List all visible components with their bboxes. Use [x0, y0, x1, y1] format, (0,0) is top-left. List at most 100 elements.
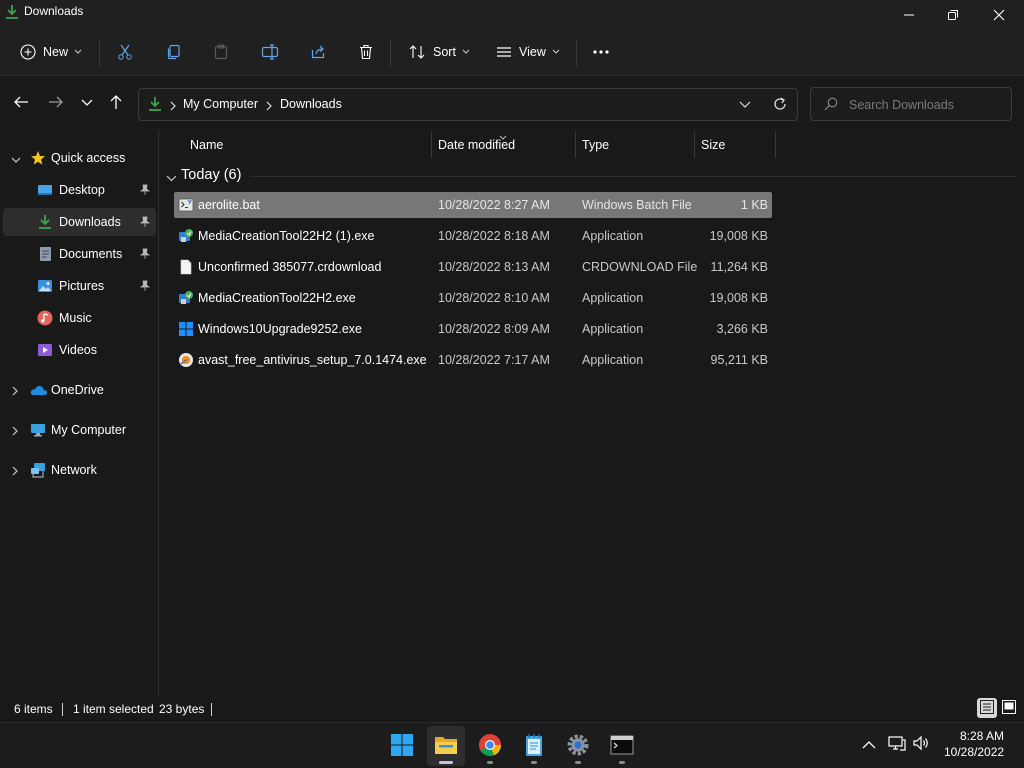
up-button[interactable] [103, 90, 129, 116]
thumbnail-view-button[interactable] [999, 698, 1019, 718]
active-indicator [439, 761, 453, 764]
breadcrumb-item[interactable]: Downloads [280, 97, 342, 111]
pane-divider[interactable] [158, 130, 159, 696]
cut-button[interactable] [117, 38, 133, 66]
chevron-right-icon[interactable] [12, 385, 19, 399]
sidebar-item-music[interactable]: Music [3, 304, 156, 332]
download-icon [37, 214, 53, 230]
column-header-date-modified[interactable]: Date modified [432, 132, 575, 158]
batch-file-icon [178, 197, 194, 213]
clock-time[interactable]: 8:28 AM [960, 729, 1004, 743]
sidebar-item-onedrive[interactable]: OneDrive [3, 376, 156, 404]
taskbar-terminal[interactable] [603, 726, 641, 766]
sidebar-item-pictures[interactable]: Pictures [3, 272, 156, 300]
sort-label: Sort [433, 45, 456, 59]
column-header-name[interactable]: Name [184, 132, 430, 158]
sidebar-item-label: Documents [59, 247, 123, 261]
pictures-icon [37, 278, 53, 294]
file-name: aerolite.bat [198, 198, 260, 212]
taskbar-chrome[interactable] [471, 726, 509, 766]
new-button[interactable]: New [20, 38, 82, 66]
file-name: Windows10Upgrade9252.exe [198, 322, 362, 336]
sidebar-item-label: Videos [59, 343, 97, 357]
column-header-label: Name [190, 138, 224, 152]
file-row[interactable]: MediaCreationTool22H2.exe 10/28/2022 8:1… [174, 285, 772, 311]
search-box[interactable] [810, 87, 1012, 121]
file-row[interactable]: MediaCreationTool22H2 (1).exe 10/28/2022… [174, 223, 772, 249]
file-size: 95,211 KB [710, 353, 768, 367]
taskbar: 8:28 AM 10/28/2022 [0, 722, 1024, 768]
clock-date[interactable]: 10/28/2022 [944, 745, 1004, 759]
sidebar-item-label: OneDrive [51, 383, 104, 397]
sidebar-item-my-computer[interactable]: My Computer [3, 416, 156, 444]
forward-button[interactable] [43, 90, 69, 116]
sidebar-item-documents[interactable]: Documents [3, 240, 156, 268]
title-bar[interactable]: Downloads [0, 0, 1024, 30]
taskbar-settings[interactable] [559, 726, 597, 766]
sidebar-item-desktop[interactable]: Desktop [3, 176, 156, 204]
delete-button[interactable] [358, 38, 374, 66]
recent-locations-button[interactable] [74, 90, 100, 116]
restore-button[interactable] [930, 0, 976, 30]
file-date: 10/28/2022 8:09 AM [438, 322, 550, 336]
view-button[interactable]: View [496, 38, 560, 66]
breadcrumb-item[interactable]: My Computer [183, 97, 258, 111]
pin-icon [139, 248, 151, 263]
search-input[interactable] [849, 96, 1004, 113]
sidebar-item-videos[interactable]: Videos [3, 336, 156, 364]
paste-button[interactable] [213, 38, 229, 66]
start-button[interactable] [383, 726, 421, 766]
sidebar-item-quick-access[interactable]: Quick access [3, 144, 156, 172]
more-options-button[interactable] [592, 38, 610, 66]
network-icon [30, 462, 46, 478]
chevron-right-icon[interactable] [12, 465, 19, 479]
details-view-button[interactable] [977, 698, 997, 718]
sidebar-item-downloads[interactable]: Downloads [3, 208, 156, 236]
file-row[interactable]: avast_free_antivirus_setup_7.0.1474.exe … [174, 347, 772, 373]
download-icon [148, 96, 162, 115]
sidebar-item-network[interactable]: Network [3, 456, 156, 484]
volume-icon[interactable] [912, 735, 930, 754]
close-button[interactable] [976, 0, 1022, 30]
status-divider [62, 703, 63, 716]
sidebar-item-label: Music [59, 311, 92, 325]
running-indicator [619, 761, 625, 764]
file-row[interactable]: Unconfirmed 385077.crdownload 10/28/2022… [174, 254, 772, 280]
thumbnail-view-icon [1002, 699, 1016, 717]
group-header-today[interactable]: Today (6) [166, 164, 1016, 188]
show-hidden-icons-chevron-icon[interactable] [862, 738, 876, 752]
address-bar[interactable]: My Computer Downloads [138, 88, 798, 121]
taskbar-notepad[interactable] [515, 726, 553, 766]
window-title: Downloads [24, 4, 84, 18]
file-type: Application [582, 291, 644, 305]
column-divider[interactable] [775, 132, 776, 158]
file-row[interactable]: Windows10Upgrade9252.exe 10/28/2022 8:09… [174, 316, 772, 342]
column-header-size[interactable]: Size [695, 132, 775, 158]
chevron-down-icon[interactable] [11, 153, 21, 167]
chevron-right-icon[interactable] [12, 425, 19, 439]
chevron-right-icon [170, 100, 176, 114]
network-status-icon[interactable] [888, 735, 906, 754]
item-count: 6 items [14, 702, 53, 716]
pin-icon [139, 216, 151, 231]
file-date: 10/28/2022 8:10 AM [438, 291, 550, 305]
sort-icon [408, 44, 426, 60]
copy-icon [166, 44, 182, 60]
file-name: MediaCreationTool22H2 (1).exe [198, 229, 375, 243]
taskbar-file-explorer[interactable] [427, 726, 465, 766]
file-row[interactable]: aerolite.bat 10/28/2022 8:27 AM Windows … [174, 192, 772, 218]
sidebar-item-label: My Computer [51, 423, 127, 437]
chevron-down-icon [74, 49, 82, 55]
address-history-button[interactable] [739, 98, 751, 113]
copy-button[interactable] [166, 38, 182, 66]
minimize-button[interactable] [886, 0, 932, 30]
running-indicator [531, 761, 537, 764]
rename-button[interactable] [261, 38, 279, 66]
chevron-down-icon[interactable] [166, 171, 177, 185]
column-header-type[interactable]: Type [576, 132, 694, 158]
refresh-icon[interactable] [772, 96, 788, 115]
share-button[interactable] [310, 38, 326, 66]
sort-button[interactable]: Sort [408, 38, 470, 66]
back-button[interactable] [8, 90, 34, 116]
view-label: View [519, 45, 546, 59]
